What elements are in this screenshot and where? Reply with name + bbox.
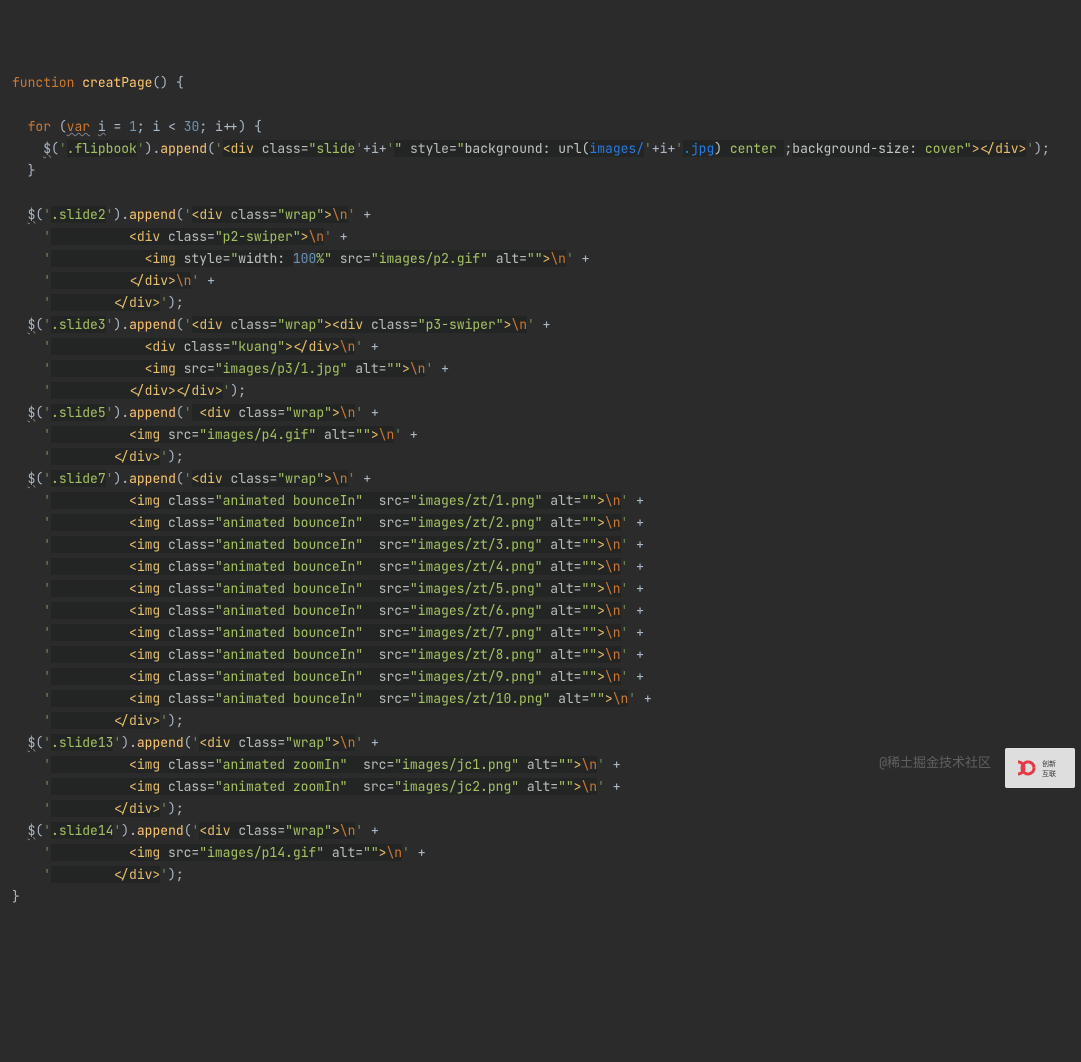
selector-slide13: .slide13 <box>51 734 113 751</box>
method-append-5: append <box>129 404 176 421</box>
selector-slide2: .slide2 <box>51 206 106 223</box>
selector-slide3: .slide3 <box>51 316 106 333</box>
svg-text:互联: 互联 <box>1042 769 1056 778</box>
keyword-for: for <box>28 118 51 135</box>
selector-slide14: .slide14 <box>51 822 113 839</box>
number-1: 1 <box>129 118 137 135</box>
selector-flipbook: .flipbook <box>67 140 137 157</box>
number-30: 30 <box>184 118 200 135</box>
jquery-call: $ <box>43 140 51 157</box>
function-name: creatPage <box>82 74 152 91</box>
method-append-3: append <box>129 316 176 333</box>
keyword-var: var <box>67 118 90 135</box>
method-append-2: append <box>129 206 176 223</box>
brand-logo: 创新 互联 <box>1005 748 1075 788</box>
keyword-function: function <box>12 74 74 91</box>
method-append-13: append <box>137 734 184 751</box>
ext-jpg: .jpg <box>683 140 714 157</box>
watermark-text: @稀土掘金技术社区 <box>879 752 991 774</box>
method-append: append <box>160 140 207 157</box>
url-images: images/ <box>589 140 644 157</box>
selector-slide7: .slide7 <box>51 470 106 487</box>
selector-slide5: .slide5 <box>51 404 106 421</box>
logo-icon: 创新 互联 <box>1018 756 1062 780</box>
svg-text:创新: 创新 <box>1042 759 1056 768</box>
method-append-14: append <box>137 822 184 839</box>
code-editor: function creatPage() { for (var i = 1; i… <box>12 72 1081 908</box>
method-append-7: append <box>129 470 176 487</box>
